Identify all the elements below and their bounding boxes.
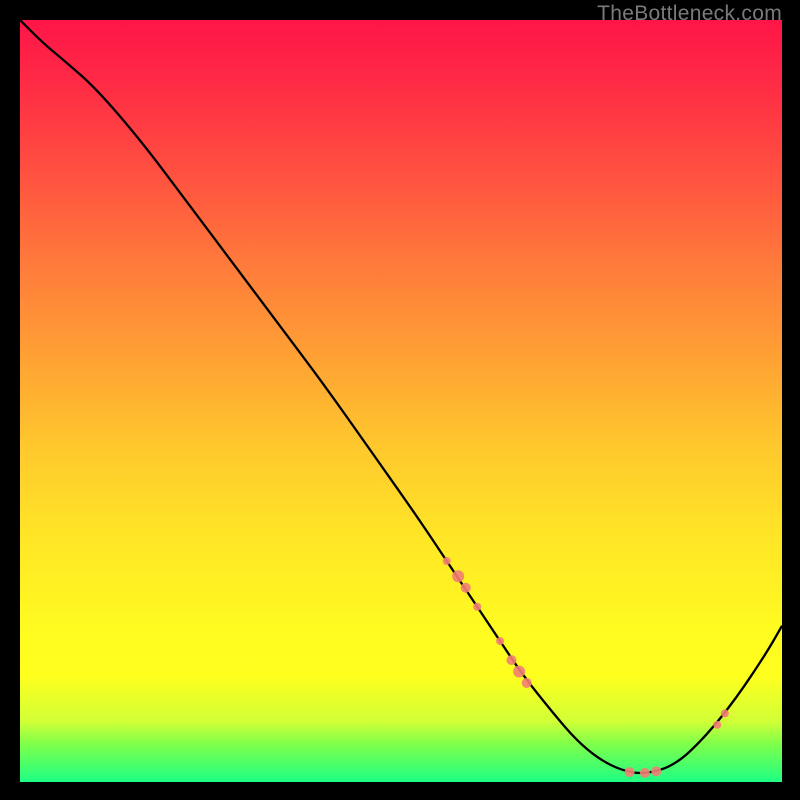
data-marker <box>713 721 721 729</box>
data-marker <box>473 603 481 611</box>
data-marker <box>522 678 532 688</box>
data-marker <box>721 709 729 717</box>
data-marker <box>452 570 464 582</box>
data-marker <box>513 666 525 678</box>
data-marker <box>625 767 635 777</box>
data-marker <box>461 583 471 593</box>
plot-area <box>20 20 782 782</box>
data-marker <box>496 637 504 645</box>
data-marker <box>651 766 661 776</box>
data-marker <box>640 768 650 778</box>
watermark-text: TheBottleneck.com <box>597 2 782 26</box>
data-marker <box>506 655 516 665</box>
bottleneck-curve <box>20 20 782 773</box>
curve-svg <box>20 20 782 782</box>
data-marker <box>443 557 451 565</box>
